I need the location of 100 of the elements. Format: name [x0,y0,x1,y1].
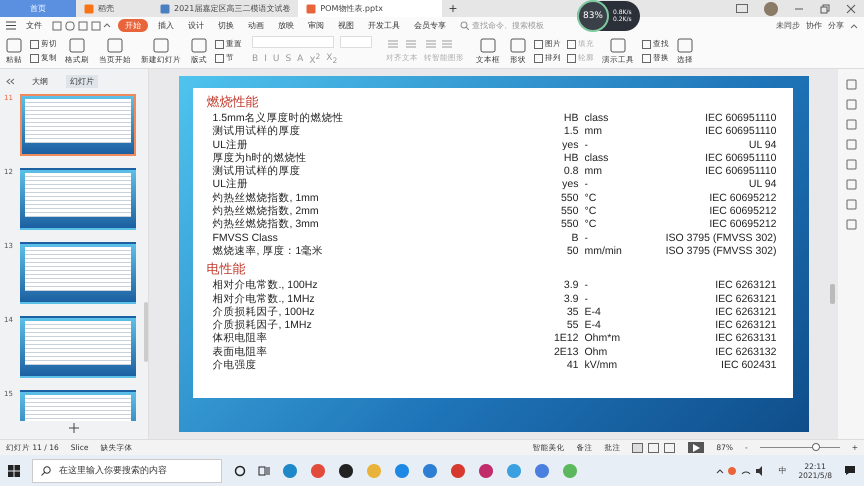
notification-icon[interactable] [844,465,856,476]
side-tool-icon[interactable] [846,199,856,210]
property-unit: Ohm*m [584,332,622,346]
property-value: 35 [566,306,578,320]
square-icon [30,54,39,62]
test-standard: UL 94 [748,138,776,152]
property-value: yes [561,178,578,192]
test-standard: IEC 60695212 [708,192,776,206]
collapse-panel-icon[interactable] [6,78,14,85]
input-method-indicator[interactable]: 中 [778,465,786,476]
play-button[interactable] [688,442,704,453]
property-unit: - [584,292,589,306]
menu-tab[interactable]: 开发工具 [364,19,404,32]
menu-tab[interactable]: 设计 [184,19,208,32]
property-unit: class [584,112,610,126]
test-standard: IEC 606951110 [704,112,776,126]
square-icon [153,38,169,52]
task-view-icon[interactable] [258,464,270,476]
property-name: 介电强度 [212,359,258,372]
restore-icon[interactable] [820,4,830,14]
side-tool-icon[interactable] [846,99,856,110]
square-icon [30,40,39,48]
property-value: 550 [560,218,578,232]
search-icon [41,466,51,476]
windows-logo-icon[interactable] [8,464,20,476]
font-name-field[interactable] [252,36,334,48]
file-icon [306,4,316,14]
side-tool-icon[interactable] [846,79,856,90]
square-icon [480,38,496,52]
zoom-slider-thumb[interactable] [812,443,820,451]
side-tool-icon[interactable] [846,179,856,190]
test-standard: IEC 6263131 [714,332,776,346]
property-unit: - [584,138,589,152]
menu-tab[interactable]: 会员专享 [410,19,450,32]
menu-tab[interactable]: 插入 [154,19,178,32]
property-unit: °C [584,192,598,206]
property-value: 3.9 [562,292,578,306]
scrollbar-thumb[interactable] [830,284,835,304]
menu-icon[interactable] [6,21,16,30]
avatar-icon[interactable] [764,2,778,16]
property-unit: kV/mm [584,359,618,372]
side-tool-icon[interactable] [846,219,856,230]
property-name: 灼热丝燃烧指数, 2mm [212,205,320,218]
side-tool-icon[interactable] [846,159,856,170]
test-standard: IEC 606951110 [704,152,776,166]
monitor-icon[interactable] [736,4,748,14]
menu-tab[interactable]: 切换 [214,19,238,32]
property-name: 测试用试样的厚度 [212,165,302,178]
test-standard: IEC 60695212 [708,205,776,218]
square-icon [215,40,224,48]
file-menu[interactable]: 文件 [22,19,46,32]
side-tool-icon[interactable] [846,139,856,150]
side-tool-icon[interactable] [846,119,856,130]
menu-tab[interactable]: 审阅 [304,19,328,32]
property-value: 0.8 [562,165,578,178]
account-action[interactable]: 分享 [828,20,844,31]
menu-tab[interactable]: 视图 [334,19,358,32]
taskbar-search-field[interactable]: 在这里输入你要搜索的内容 [32,458,222,482]
property-value: 41 [566,359,578,372]
square-icon [567,40,576,48]
property-value: 1E12 [552,332,578,346]
property-name: 体积电阻率 [212,332,268,346]
slide-thumbnail[interactable] [20,316,136,378]
document-tab[interactable]: 稻壳 [76,0,152,17]
document-tab[interactable]: 2021届嘉定区高三二模语文试卷 [152,0,298,17]
test-standard: UL 94 [748,178,776,192]
play-icon [692,444,700,452]
panel-tab[interactable]: 幻灯片 [66,75,98,88]
view-mode-icons[interactable] [632,442,676,452]
property-unit: mm [584,165,603,178]
quick-access-icons[interactable] [52,20,112,30]
add-slide-button[interactable] [69,423,79,435]
circle-icon[interactable] [234,464,246,476]
square-icon [107,38,123,52]
property-unit: - [584,178,589,192]
font-size-field[interactable] [340,36,372,48]
menu-tab[interactable]: 动画 [244,19,268,32]
close-icon[interactable] [846,4,856,14]
account-action[interactable]: 协作 [806,20,822,31]
slide-thumbnail[interactable] [20,94,136,156]
tab-title: 2021届嘉定区高三二模语文试卷 [174,3,290,14]
panel-tab[interactable]: 大纲 [28,75,52,88]
section-title: 电性能 [206,260,246,278]
property-unit: °C [584,205,598,218]
account-action[interactable]: 未同步 [776,20,800,31]
slide-thumbnail[interactable] [20,242,136,304]
property-name: 介质损耗因子, 100Hz [212,306,316,319]
document-tab[interactable]: POM物性表.pptx [298,0,442,17]
menu-tab[interactable]: 放映 [274,19,298,32]
new-tab-button[interactable]: + [442,2,464,15]
property-unit: mm [584,125,603,139]
property-unit: Ohm [584,346,608,360]
test-standard: IEC 60695212 [708,218,776,232]
property-value: 2E13 [552,346,578,360]
property-unit: - [584,279,589,293]
app-icon[interactable] [338,462,354,478]
square-icon [534,54,543,62]
test-standard: ISO 3795 (FMVSS 302) [664,244,776,258]
slide-thumbnail[interactable] [20,168,136,230]
collapse-icon[interactable] [850,22,858,28]
